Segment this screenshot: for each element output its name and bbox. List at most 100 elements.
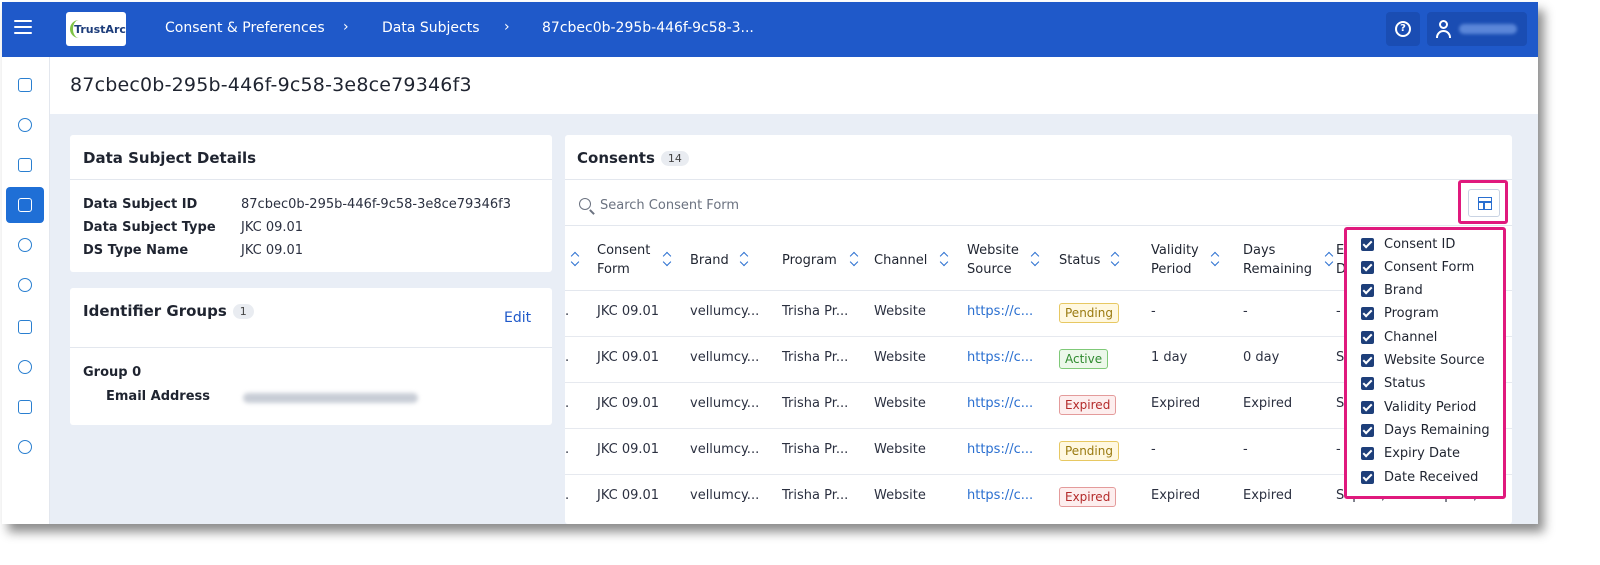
checkbox-checked-icon[interactable]	[1361, 377, 1374, 391]
cell-validity-period: -	[1151, 304, 1156, 319]
column-option[interactable]: Brand	[1361, 282, 1423, 300]
cell-program: Trisha Pr...	[782, 350, 849, 365]
cell-consent-form: JKC 09.01	[597, 350, 660, 365]
cell-website-source[interactable]: https://c...	[967, 350, 1033, 365]
divider	[565, 179, 1512, 180]
checkbox-checked-icon[interactable]	[1361, 237, 1374, 251]
header-channel[interactable]: Channel	[874, 251, 927, 270]
checkbox-checked-icon[interactable]	[1361, 423, 1374, 437]
column-option[interactable]: Expiry Date	[1361, 445, 1460, 463]
sort-website-source-icon[interactable]	[1030, 251, 1040, 267]
cell-days-remaining: Expired	[1243, 396, 1293, 411]
count-badge: 14	[660, 151, 689, 166]
breadcrumb-consent-preferences[interactable]: Consent & Preferences	[165, 20, 325, 36]
cell-validity-period: 1 day	[1151, 350, 1188, 365]
cell-brand: vellumcy...	[690, 304, 760, 319]
cell-days-remaining: Expired	[1243, 488, 1293, 503]
header-status[interactable]: Status	[1059, 251, 1100, 270]
nav-globe[interactable]	[6, 349, 44, 385]
cell-consent-id-truncated: .	[565, 442, 570, 457]
id-card-icon	[18, 320, 32, 334]
status-badge: Pending	[1059, 303, 1119, 323]
header-program[interactable]: Program	[782, 251, 837, 270]
divider	[70, 179, 552, 180]
checkbox-checked-icon[interactable]	[1361, 260, 1374, 274]
checkbox-checked-icon[interactable]	[1361, 470, 1374, 484]
sort-consent-form-icon[interactable]	[662, 251, 672, 267]
column-option[interactable]: Program	[1361, 305, 1439, 323]
status-badge: Pending	[1059, 441, 1119, 461]
nav-sitemap[interactable]	[6, 107, 44, 143]
checkbox-checked-icon[interactable]	[1361, 284, 1374, 298]
top-bar: TrustArc Consent & Preferences › Data Su…	[2, 2, 1538, 57]
column-option-label: Expiry Date	[1384, 446, 1461, 462]
nav-settings[interactable]	[6, 429, 44, 465]
column-option[interactable]: Status	[1361, 375, 1425, 393]
search-input[interactable]	[600, 194, 1300, 216]
checkbox-checked-icon[interactable]	[1361, 447, 1374, 461]
nav-palette[interactable]	[6, 227, 44, 263]
sort-days-remaining-icon[interactable]	[1324, 251, 1334, 267]
cell-website-source[interactable]: https://c...	[967, 304, 1033, 319]
column-option[interactable]: Date Received	[1361, 468, 1478, 486]
column-option[interactable]: Consent Form	[1361, 258, 1474, 276]
card-heading: Consents 14	[577, 149, 689, 167]
header-website-source[interactable]: Website Source	[967, 241, 1019, 279]
cell-website-source[interactable]: https://c...	[967, 396, 1033, 411]
column-option[interactable]: Validity Period	[1361, 398, 1476, 416]
nav-document-clock-2[interactable]	[6, 389, 44, 425]
divider	[70, 347, 552, 348]
sort-validity-icon[interactable]	[1210, 251, 1220, 267]
trustarc-logo[interactable]: TrustArc	[66, 12, 126, 46]
cell-channel: Website	[874, 442, 926, 457]
sort-brand-icon[interactable]	[739, 251, 749, 267]
table-columns-icon	[1478, 197, 1492, 210]
status-badge: Expired	[1059, 395, 1117, 415]
header-brand[interactable]: Brand	[690, 251, 729, 270]
sort-channel-icon[interactable]	[939, 251, 949, 267]
nav-data-subjects[interactable]	[6, 187, 44, 223]
header-days-remaining[interactable]: Days Remaining	[1243, 241, 1312, 279]
label-ds-type-name: DS Type Name	[83, 243, 189, 258]
column-option[interactable]: Consent ID	[1361, 235, 1455, 253]
cell-website-source[interactable]: https://c...	[967, 442, 1033, 457]
column-option[interactable]: Website Source	[1361, 352, 1485, 370]
divider	[565, 225, 1512, 226]
help-button[interactable]: ?	[1386, 12, 1420, 46]
header-validity-period[interactable]: Validity Period	[1151, 241, 1199, 279]
chevron-right-icon: ›	[343, 19, 349, 35]
header-consent-form[interactable]: Consent Form	[597, 241, 650, 279]
nav-document-clock[interactable]	[6, 67, 44, 103]
hamburger-menu-icon[interactable]	[14, 20, 32, 36]
nav-palette-gear[interactable]	[6, 267, 44, 303]
column-option[interactable]: Days Remaining	[1361, 421, 1490, 439]
cell-brand: vellumcy...	[690, 396, 760, 411]
search-icon	[579, 198, 591, 210]
checkbox-checked-icon[interactable]	[1361, 330, 1374, 344]
user-icon	[1439, 20, 1448, 29]
breadcrumb-data-subjects[interactable]: Data Subjects	[382, 20, 480, 36]
checkbox-checked-icon[interactable]	[1361, 354, 1374, 367]
cell-days-remaining: -	[1243, 304, 1248, 319]
checkbox-checked-icon[interactable]	[1361, 400, 1374, 414]
user-menu-button[interactable]	[1427, 12, 1527, 46]
user-name-redacted	[1459, 24, 1517, 34]
nav-id-card[interactable]	[6, 309, 44, 345]
value-ds-type-name: JKC 09.01	[241, 243, 304, 258]
card-heading: Identifier Groups 1	[83, 302, 254, 320]
sort-status-icon[interactable]	[1110, 251, 1120, 267]
email-value-redacted	[243, 393, 418, 403]
checkbox-checked-icon[interactable]	[1361, 307, 1374, 321]
nav-monitor[interactable]	[6, 147, 44, 183]
cell-validity-period: Expired	[1151, 488, 1201, 503]
column-option[interactable]: Channel	[1361, 328, 1437, 346]
sort-program-icon[interactable]	[849, 251, 859, 267]
column-chooser-button[interactable]	[1468, 189, 1500, 217]
cell-consent-form: JKC 09.01	[597, 488, 660, 503]
column-chooser-panel: Consent ID Consent Form Brand Program Channe…	[1344, 227, 1506, 499]
edit-button[interactable]: Edit	[504, 310, 531, 326]
cell-website-source[interactable]: https://c...	[967, 488, 1033, 503]
page-title: 87cbec0b-295b-446f-9c58-3e8ce79346f3	[70, 74, 472, 96]
cell-program: Trisha Pr...	[782, 396, 849, 411]
sort-consent-id-icon[interactable]	[570, 251, 580, 267]
